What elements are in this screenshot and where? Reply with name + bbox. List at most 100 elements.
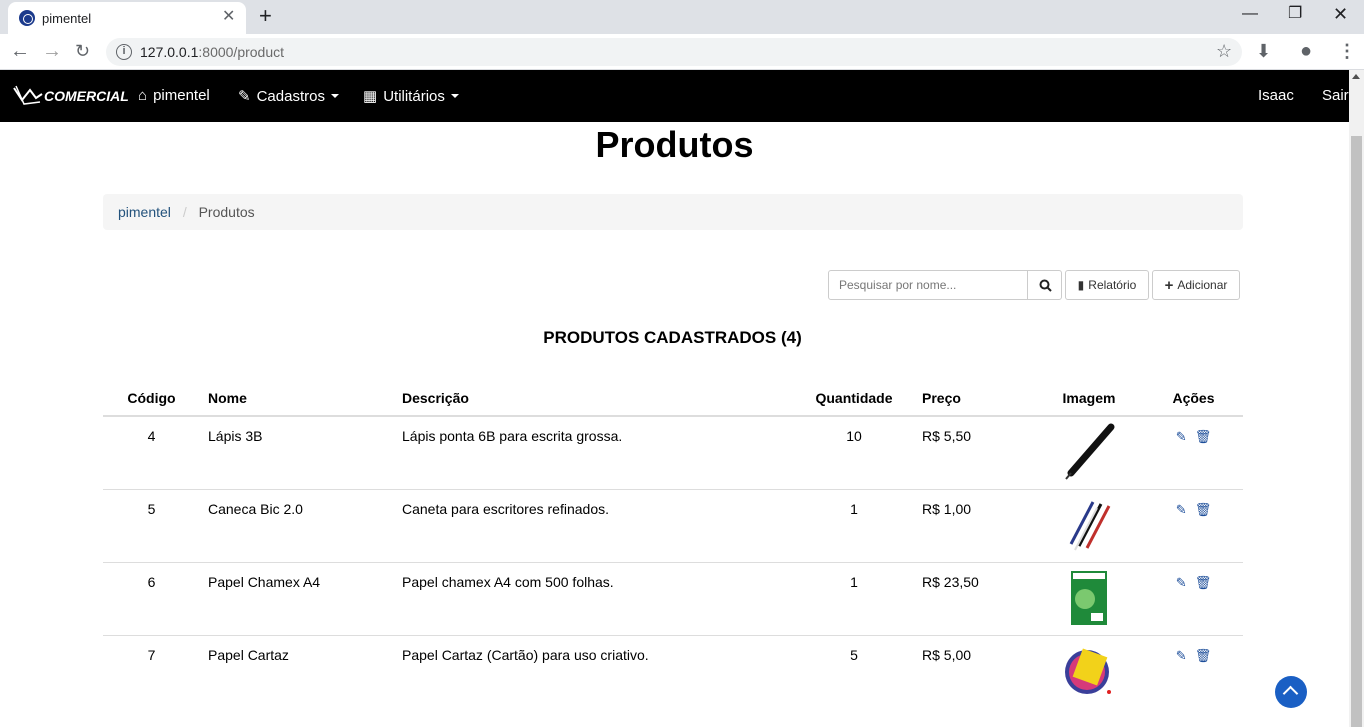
cell-name: Papel Cartaz — [200, 634, 394, 708]
back-to-top-button[interactable] — [1275, 676, 1307, 708]
cell-price: R$ 23,50 — [914, 561, 1034, 635]
address-bar[interactable]: i 127.0.0.1:8000/product ☆ — [106, 38, 1242, 66]
cell-quantity: 1 — [794, 561, 914, 635]
header-name: Nome — [200, 380, 394, 417]
bookmark-star-icon[interactable]: ☆ — [1216, 41, 1232, 62]
favicon-icon — [19, 10, 35, 26]
report-button-label: Relatório — [1088, 278, 1137, 292]
cell-code: 7 — [103, 634, 200, 708]
new-tab-icon[interactable]: + — [259, 4, 272, 28]
close-tab-icon[interactable]: ✕ — [222, 8, 235, 26]
browser-toolbar: ← → ↻ i 127.0.0.1:8000/product ☆ ⬇ ● ⋮ — [0, 34, 1364, 70]
breadcrumb-separator: / — [182, 204, 187, 220]
trash-icon[interactable]: 🗑 — [1195, 502, 1212, 518]
forward-icon[interactable]: → — [42, 40, 62, 62]
colored-paper-image — [1061, 642, 1117, 700]
brand-text: COMERCIAL — [44, 88, 129, 104]
home-icon: ⌂ — [138, 87, 148, 104]
page-scrollbar[interactable] — [1349, 70, 1364, 727]
cell-description: Papel Cartaz (Cartão) para uso criativo. — [394, 634, 794, 708]
cell-quantity: 10 — [846, 428, 862, 444]
nav-logout-label: Sair — [1322, 87, 1349, 104]
edit-icon[interactable]: ✎ — [1176, 575, 1187, 591]
header-description: Descrição — [394, 380, 794, 417]
brand[interactable]: COMERCIAL — [12, 84, 129, 108]
search-icon — [1039, 279, 1052, 292]
pens-image — [1061, 496, 1117, 554]
header-image: Imagem — [1034, 380, 1144, 417]
book-icon: ▮ — [1077, 278, 1085, 292]
tab-title: pimentel — [42, 11, 92, 26]
nav-logout[interactable]: Sair — [1322, 87, 1349, 104]
table-title: PRODUTOS CADASTRADOS (4) — [543, 328, 802, 347]
minimize-icon[interactable]: — — [1242, 5, 1258, 23]
header-code: Código — [103, 380, 200, 417]
cell-price: R$ 1,00 — [914, 488, 1034, 562]
add-button-label: Adicionar — [1177, 278, 1228, 292]
nav-utilitarios[interactable]: ▦ Utilitários — [363, 87, 459, 105]
pencil-icon: ✎ — [238, 88, 251, 105]
caret-down-icon — [450, 94, 459, 98]
add-button[interactable]: + Adicionar — [1152, 270, 1240, 300]
pencil-image — [1061, 423, 1117, 481]
reload-icon[interactable]: ↻ — [75, 40, 90, 62]
breadcrumb: pimentel / Produtos — [103, 194, 1243, 230]
edit-icon[interactable]: ✎ — [1176, 429, 1187, 445]
back-icon[interactable]: ← — [10, 40, 30, 62]
breadcrumb-current: Produtos — [198, 204, 255, 220]
cell-name: Caneca Bic 2.0 — [200, 488, 394, 562]
cell-name: Lápis 3B — [208, 428, 263, 444]
account-icon[interactable]: ● — [1300, 40, 1312, 62]
caret-down-icon — [330, 94, 339, 98]
nav-cadastros-label: Cadastros — [256, 87, 325, 105]
plus-icon: + — [1164, 276, 1174, 294]
page-title: Produtos — [595, 124, 754, 165]
cell-quantity: 1 — [794, 488, 914, 562]
paper-ream-image — [1061, 569, 1117, 627]
search-button[interactable] — [1027, 270, 1062, 300]
table-row: 6 Papel Chamex A4 Papel chamex A4 com 50… — [103, 561, 1243, 635]
table-row: 7 Papel Cartaz Papel Cartaz (Cartão) par… — [103, 634, 1243, 708]
grid-icon: ▦ — [363, 88, 378, 105]
scroll-thumb[interactable] — [1351, 136, 1362, 727]
edit-icon[interactable]: ✎ — [1176, 648, 1187, 664]
download-icon[interactable]: ⬇ — [1256, 40, 1271, 62]
trash-icon[interactable]: 🗑 — [1195, 429, 1212, 445]
table-row: 5 Caneca Bic 2.0 Caneta para escritores … — [103, 488, 1243, 562]
url-text: 127.0.0.1:8000/product — [140, 44, 285, 60]
brand-logo-icon — [12, 84, 43, 108]
search-input[interactable] — [828, 270, 1028, 300]
nav-cadastros[interactable]: ✎ Cadastros — [238, 87, 339, 105]
browser-tab[interactable]: pimentel ✕ — [8, 2, 246, 34]
trash-icon[interactable]: 🗑 — [1195, 575, 1212, 591]
products-table: Código Nome Descrição Quantidade Preço I… — [103, 380, 1243, 708]
window-close-icon[interactable]: ✕ — [1333, 5, 1348, 23]
cell-name: Papel Chamex A4 — [200, 561, 394, 635]
breadcrumb-home-link[interactable]: pimentel — [118, 204, 171, 220]
nav-user[interactable]: Isaac — [1258, 87, 1294, 104]
cell-price: R$ 5,50 — [922, 428, 972, 444]
info-icon[interactable]: i — [116, 44, 132, 60]
nav-utilitarios-label: Utilitários — [383, 87, 445, 105]
cell-code: 4 — [147, 428, 156, 444]
cell-quantity: 5 — [794, 634, 914, 708]
edit-icon[interactable]: ✎ — [1176, 502, 1187, 518]
header-actions: Ações — [1144, 380, 1243, 417]
cell-code: 5 — [103, 488, 200, 562]
nav-user-label: Isaac — [1258, 87, 1294, 104]
header-quantity: Quantidade — [794, 380, 914, 417]
trash-icon[interactable]: 🗑 — [1195, 648, 1212, 664]
report-button[interactable]: ▮ Relatório — [1065, 270, 1149, 300]
cell-description: Caneta para escritores refinados. — [394, 488, 794, 562]
browser-tab-bar: pimentel ✕ + — ❐ ✕ — [0, 0, 1364, 34]
cell-code: 6 — [103, 561, 200, 635]
menu-icon[interactable]: ⋮ — [1338, 40, 1356, 62]
cell-description: Lápis ponta 6B para escrita grossa. — [402, 428, 623, 444]
header-price: Preço — [914, 380, 1034, 417]
table-row: 4 Lápis 3B Lápis ponta 6B para escrita g… — [103, 416, 1243, 489]
restore-icon[interactable]: ❐ — [1288, 5, 1302, 23]
app-navbar: COMERCIAL ⌂ pimentel ✎ Cadastros ▦ Utili… — [0, 70, 1349, 122]
cell-price: R$ 5,00 — [914, 634, 1034, 708]
scroll-up-icon[interactable] — [1352, 74, 1360, 79]
nav-home[interactable]: ⌂ pimentel — [138, 87, 210, 104]
